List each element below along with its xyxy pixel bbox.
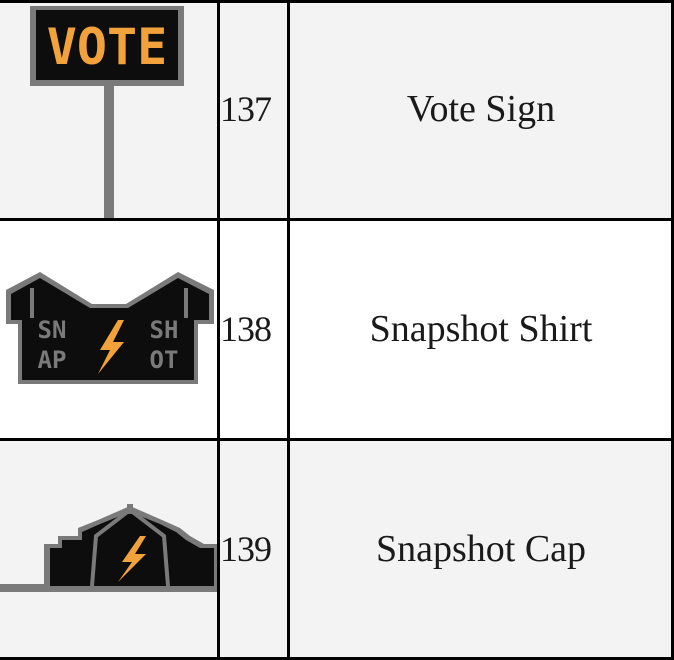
item-image-cell <box>0 440 218 658</box>
item-name: Snapshot Cap <box>375 528 587 570</box>
column-divider <box>217 0 220 660</box>
shirt-text-sn: SN <box>38 316 67 344</box>
table-row: 139 Snapshot Cap <box>0 440 674 658</box>
item-name-cell: Vote Sign <box>290 0 672 218</box>
table-border-top <box>0 0 674 3</box>
item-id-cell: 137 <box>220 0 288 218</box>
shirt-text-ap: AP <box>38 346 67 374</box>
vote-sign-icon: VOTE <box>30 6 184 218</box>
item-name-cell: Snapshot Cap <box>290 440 672 658</box>
item-name: Vote Sign <box>406 88 556 130</box>
item-id: 139 <box>220 529 272 569</box>
item-image-cell: SN AP SH OT <box>0 220 218 438</box>
snapshot-cap-icon <box>0 504 218 592</box>
item-image-cell: VOTE <box>0 0 218 218</box>
shirt-text-ot: OT <box>150 346 179 374</box>
table-row: VOTE 137 Vote Sign <box>0 0 674 218</box>
item-name-cell: Snapshot Shirt <box>290 220 672 438</box>
items-table: VOTE 137 Vote Sign SN AP SH OT 138 Snaps… <box>0 0 674 660</box>
item-name: Snapshot Shirt <box>369 308 593 350</box>
item-id-cell: 139 <box>220 440 288 658</box>
row-divider <box>0 218 674 221</box>
item-id-cell: 138 <box>220 220 288 438</box>
row-divider <box>0 438 674 441</box>
snapshot-shirt-icon: SN AP SH OT <box>6 272 214 384</box>
column-divider <box>287 0 290 660</box>
shirt-text-sh: SH <box>150 316 179 344</box>
item-id: 137 <box>220 89 272 129</box>
item-id: 138 <box>220 309 272 349</box>
vote-sign-text: VOTE <box>47 18 167 76</box>
table-row: SN AP SH OT 138 Snapshot Shirt <box>0 220 674 438</box>
